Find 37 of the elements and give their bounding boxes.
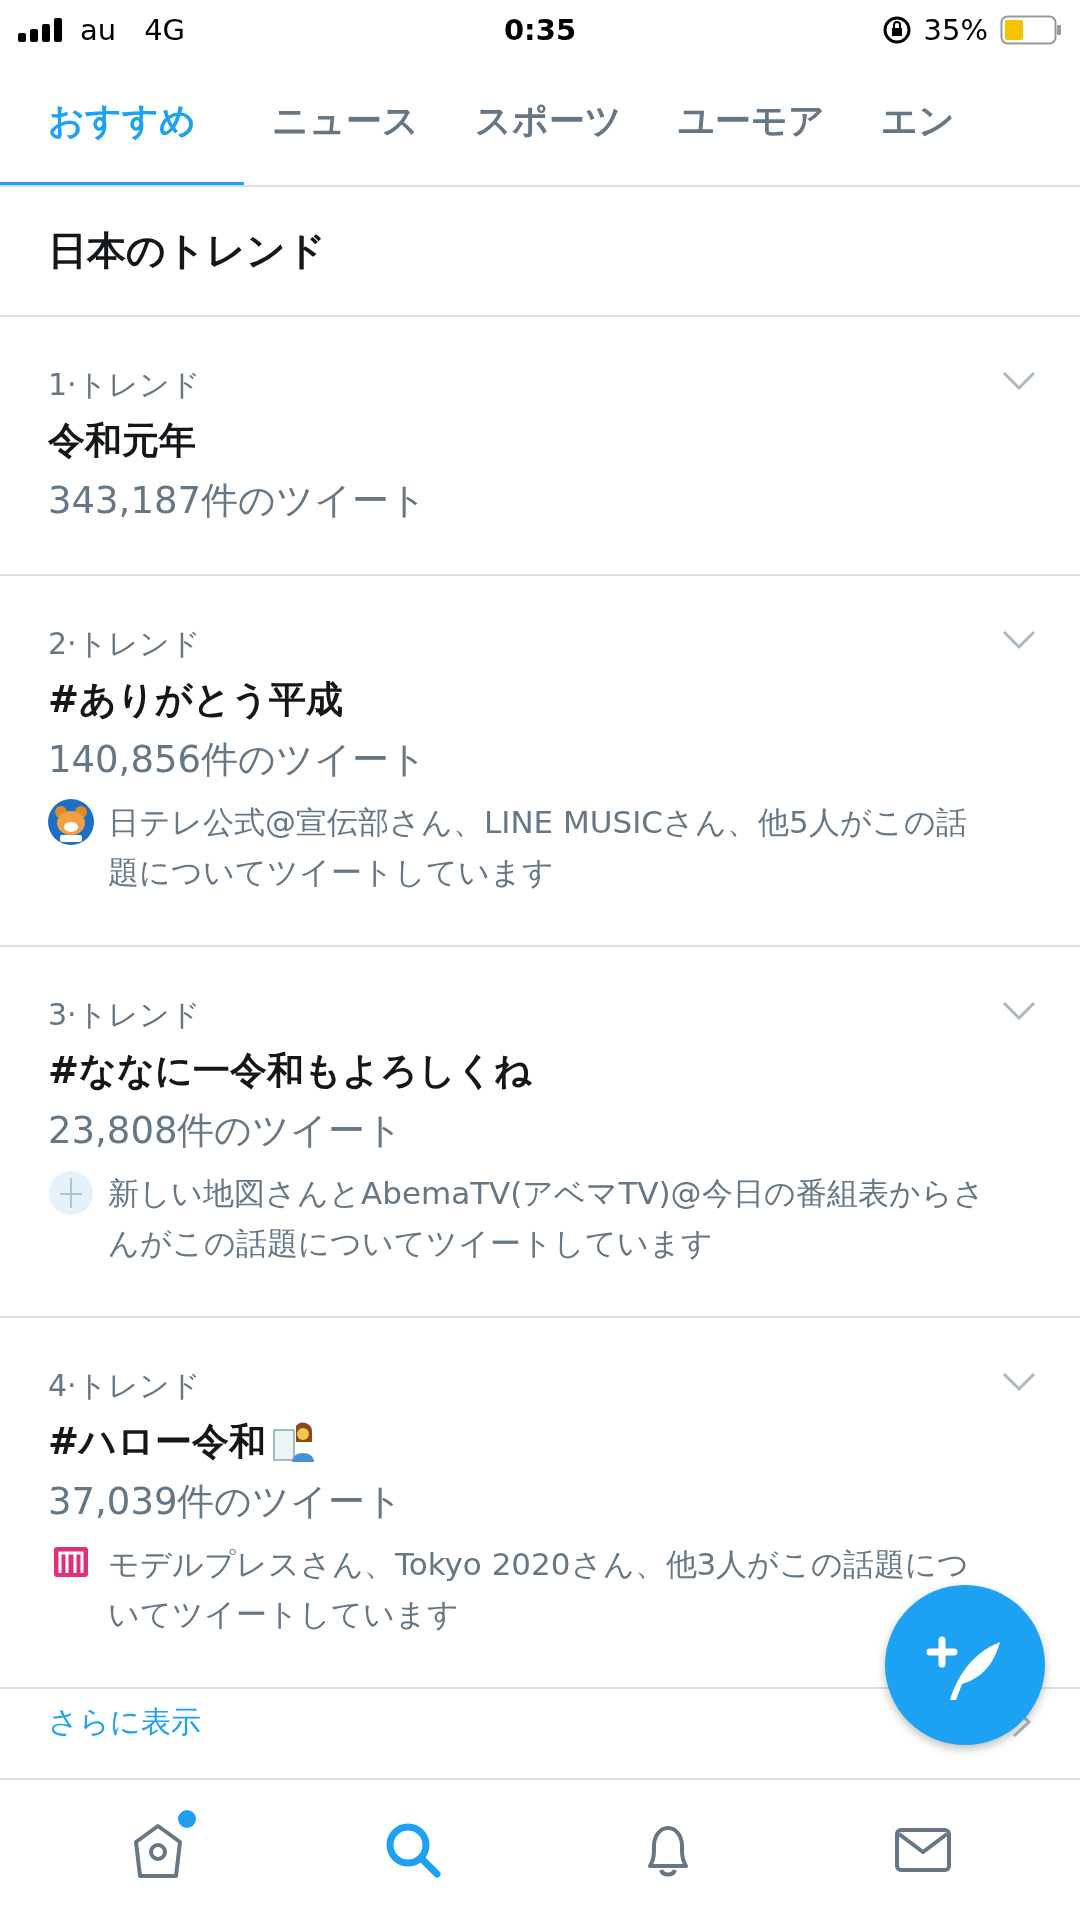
trend-title: #ハロー令和 <box>48 1419 266 1465</box>
category-tab[interactable]: スポーツ <box>447 60 650 185</box>
trend-rank: 3·トレンド <box>48 996 201 1034</box>
bear-avatar-icon <box>48 799 94 845</box>
category-tab[interactable]: エン <box>853 60 983 185</box>
network-type: 4G <box>144 13 186 47</box>
section-title: 日本のトレンド <box>48 227 326 275</box>
trend-title: #ありがとう平成 <box>48 677 343 723</box>
show-more-text: さらに表示 <box>48 1702 201 1741</box>
trend-rank: 1·トレンド <box>48 366 201 404</box>
trend-title: #ななに一令和もよろしくね <box>48 1048 532 1094</box>
clock-time: 0:35 <box>503 13 577 47</box>
tweet-count: 37,039件のツイート <box>48 1479 405 1525</box>
trend-item[interactable]: 1·トレンド 令和元年 343,187件のツイート <box>0 317 1080 576</box>
chevron-down-icon[interactable] <box>1002 630 1036 650</box>
chevron-down-icon[interactable] <box>1002 371 1036 391</box>
category-tab[interactable]: ユーモア <box>650 60 853 185</box>
chevron-down-icon[interactable] <box>1002 1001 1036 1021</box>
sketch-avatar-icon <box>48 1170 94 1216</box>
rotation-lock-icon <box>881 15 912 45</box>
trend-item[interactable]: 3·トレンド #ななに一令和もよろしくね 23,808件のツイート 新しい地図さんとAbemaTV(アベマTV)@今日の番組表からさんがこの話題についてツイートしています <box>0 947 1080 1318</box>
trend-title: 令和元年 <box>48 418 196 464</box>
chevron-down-icon[interactable] <box>1002 1372 1036 1392</box>
tweet-count: 140,856件のツイート <box>48 737 428 783</box>
tweet-count: 343,187件のツイート <box>48 478 428 524</box>
category-tab[interactable]: おすすめ <box>0 60 244 185</box>
trend-context: 新しい地図さんとAbemaTV(アベマTV)@今日の番組表からさんがこの話題についてツイートしています <box>108 1174 986 1263</box>
category-tab[interactable]: ニュース <box>244 60 447 185</box>
trend-item[interactable]: 2·トレンド #ありがとう平成 140,856件のツイート 日テレ公式@宣伝部さん、LINE MUSICさん、他5人がこの話題についてツイートしています <box>0 576 1080 947</box>
trend-context: 日テレ公式@宣伝部さん、LINE MUSICさん、他5人がこの話題についてツイートしています <box>108 803 968 892</box>
carrier-name: au <box>80 13 117 47</box>
tweet-count: 23,808件のツイート <box>48 1108 405 1154</box>
trend-rank: 2·トレンド <box>48 625 201 663</box>
battery-percent: 35% <box>923 13 988 47</box>
trend-context: モデルプレスさん、Tokyo 2020さん、他3人がこの話題についてツイートしています <box>108 1545 971 1634</box>
trend-rank: 4·トレンド <box>48 1367 201 1405</box>
battery-icon <box>1000 15 1062 45</box>
